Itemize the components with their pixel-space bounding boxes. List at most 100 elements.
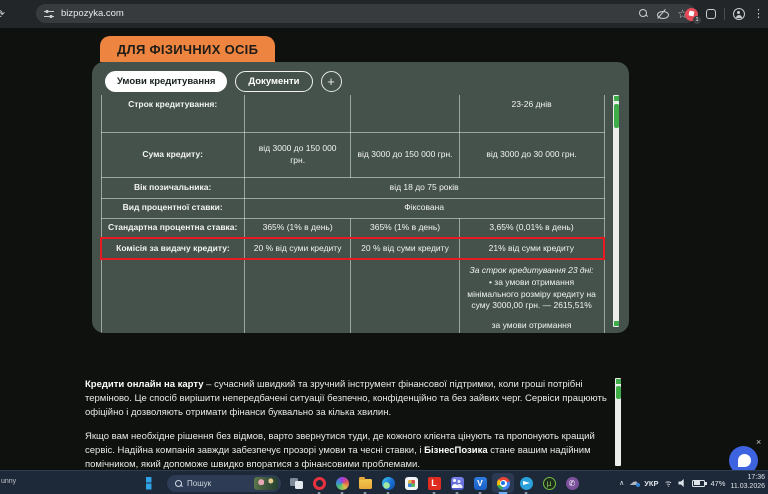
taskbar-vpn-app[interactable]: V	[472, 475, 488, 494]
table-cell-empty	[100, 258, 245, 333]
scroll-up-arrow[interactable]	[613, 96, 619, 101]
volume-icon[interactable]	[678, 479, 684, 487]
chat-close-icon[interactable]: ×	[756, 437, 761, 447]
browser-menu-icon[interactable]: ⋮	[753, 8, 764, 20]
address-bar[interactable]: bizpozyka.com ☆	[36, 4, 696, 23]
browser-toolbar: ⟳ bizpozyka.com ☆ 1 ⋮	[0, 0, 768, 28]
table-cell-value: 23-26 днів	[458, 95, 605, 133]
row-label: Стандартна процентна ставка:	[100, 217, 245, 239]
wifi-icon[interactable]	[663, 479, 674, 487]
taskbar-liga-app[interactable]: L	[426, 475, 442, 494]
table-cell-value: від 3000 до 150 000 грн.	[350, 131, 460, 178]
row-label: Комісія за видачу кредиту:	[100, 237, 245, 260]
table-cell-value: 21% від суми кредиту	[458, 237, 605, 260]
profile-avatar-icon[interactable]	[733, 8, 745, 20]
article-scrollbar[interactable]	[615, 378, 621, 466]
add-tab-button[interactable]: +	[320, 71, 342, 92]
scrollbar-thumb[interactable]	[613, 104, 619, 128]
row-label: Вік позичальника:	[100, 176, 245, 199]
taskbar-chrome-active[interactable]	[492, 473, 514, 494]
reload-icon[interactable]: ⟳	[0, 7, 9, 21]
webpage: ДЛЯ ФІЗИЧНИХ ОСІБ Умови кредитування Док…	[0, 28, 768, 494]
battery-icon[interactable]	[692, 479, 707, 487]
note-body: • за умови отримання мінімального розмір…	[467, 277, 596, 311]
section-tab-individuals[interactable]: ДЛЯ ФІЗИЧНИХ ОСІБ	[100, 36, 276, 62]
taskbar-teams[interactable]	[449, 475, 465, 494]
table-cell-value: 3,65% (0,01% в день)	[458, 217, 605, 239]
panel-tabs: Умови кредитування Документи +	[105, 71, 629, 92]
taskbar-telegram[interactable]	[518, 475, 534, 494]
site-settings-icon[interactable]	[44, 9, 54, 18]
table-cell-empty	[350, 258, 460, 333]
table-cell-empty	[350, 95, 460, 133]
screen: ⟳ bizpozyka.com ☆ 1 ⋮ ДЛЯ ФІЗИЧНИХ ОСІБ …	[0, 0, 768, 494]
taskbar-store[interactable]	[403, 475, 419, 491]
taskbar-search[interactable]: Пошук	[167, 474, 281, 492]
zoom-icon[interactable]	[639, 9, 648, 18]
browser-extensions-area: 1 ⋮	[685, 0, 764, 28]
scroll-down-arrow[interactable]	[613, 321, 619, 326]
tab-documents[interactable]: Документи	[235, 71, 313, 92]
scrollbar-thumb[interactable]	[615, 386, 621, 399]
onedrive-cloud-icon[interactable]: ☁	[629, 478, 641, 488]
table-cell-note: За строк кредитування 23 дні: • за умови…	[458, 258, 605, 333]
article-lead-bold: Кредити онлайн на карту	[85, 379, 204, 390]
panel-scrollbar[interactable]	[613, 95, 619, 327]
table-cell-span: від 18 до 75 років	[243, 176, 605, 199]
battery-percentage: 47%	[710, 478, 726, 488]
table-row-real-rate-note: За строк кредитування 23 дні: • за умови…	[100, 258, 605, 333]
article-brand-bold: БізнесПозика	[424, 445, 488, 457]
table-cell-value: 20 % від суми кредиту	[350, 237, 460, 260]
table-row-commission-highlighted: Комісія за видачу кредиту: 20 % від суми…	[100, 237, 605, 260]
table-cell-empty	[243, 258, 352, 333]
taskbar-icons: Пошук L V µ ✆	[144, 471, 580, 494]
table-cell-value: 365% (1% в день)	[350, 217, 460, 239]
table-row-rate-type: Вид процентної ставки: Фіксована	[100, 197, 605, 219]
extensions-icon[interactable]	[706, 9, 716, 19]
start-button[interactable]	[144, 475, 160, 491]
viber-phone-icon: ✆	[565, 476, 579, 490]
task-view-icon	[289, 477, 303, 489]
table-cell-value: 20 % від суми кредиту	[243, 237, 352, 260]
url-text[interactable]: bizpozyka.com	[61, 8, 124, 19]
taskbar-viber[interactable]: ✆	[564, 475, 580, 491]
windows-logo-icon	[145, 476, 152, 490]
edge-icon	[381, 476, 395, 490]
taskbar-opera[interactable]	[311, 475, 327, 494]
tray-expand-icon[interactable]: ∧	[619, 479, 624, 487]
taskbar-photos-app[interactable]	[334, 475, 350, 494]
conditions-table-viewport: Строк кредитування: 23-26 днів Сума кред…	[100, 95, 605, 333]
credit-conditions-panel: Умови кредитування Документи + Строк кре…	[92, 62, 629, 333]
taskbar-file-explorer[interactable]	[357, 475, 373, 494]
toolbar-divider	[724, 8, 725, 20]
telegram-icon	[519, 476, 533, 490]
task-view-button[interactable]	[288, 475, 304, 491]
chat-bubble-icon	[738, 454, 751, 467]
table-cell-value: 365% (1% в день)	[243, 217, 352, 239]
row-label: Сума кредиту:	[100, 131, 245, 178]
credit-conditions-table: Строк кредитування: 23-26 днів Сума кред…	[100, 95, 605, 333]
tab-credit-conditions[interactable]: Умови кредитування	[105, 71, 228, 92]
windows-taskbar: unny Пошук L V µ ✆ ∧ ☁ УКР 47% 17:36 11.…	[0, 470, 768, 494]
folder-icon	[358, 477, 372, 489]
clock-time: 17:36	[747, 474, 765, 482]
clock-date: 11.03.2026	[730, 483, 765, 490]
adblock-extension-icon[interactable]: 1	[685, 7, 701, 24]
eye-off-icon[interactable]	[657, 10, 670, 19]
scroll-up-arrow[interactable]	[615, 379, 621, 384]
table-cell-span: Фіксована	[243, 197, 605, 219]
taskbar-utorrent[interactable]: µ	[541, 475, 557, 491]
extension-badge: 1	[693, 15, 701, 24]
note-title: За строк кредитування 23 дні:	[469, 265, 594, 275]
language-indicator[interactable]: УКР	[644, 479, 658, 488]
search-icon	[175, 479, 182, 487]
taskbar-clock[interactable]: 17:36 11.03.2026	[730, 474, 765, 492]
address-bar-actions: ☆	[639, 8, 688, 20]
row-label: Вид процентної ставки:	[100, 197, 245, 219]
utorrent-icon: µ	[542, 476, 556, 490]
color-swirl-icon	[335, 476, 349, 490]
taskbar-edge[interactable]	[380, 475, 396, 494]
people-app-icon	[450, 476, 464, 490]
search-daily-image	[254, 476, 278, 490]
table-cell-value: від 3000 до 150 000 грн.	[243, 131, 352, 178]
